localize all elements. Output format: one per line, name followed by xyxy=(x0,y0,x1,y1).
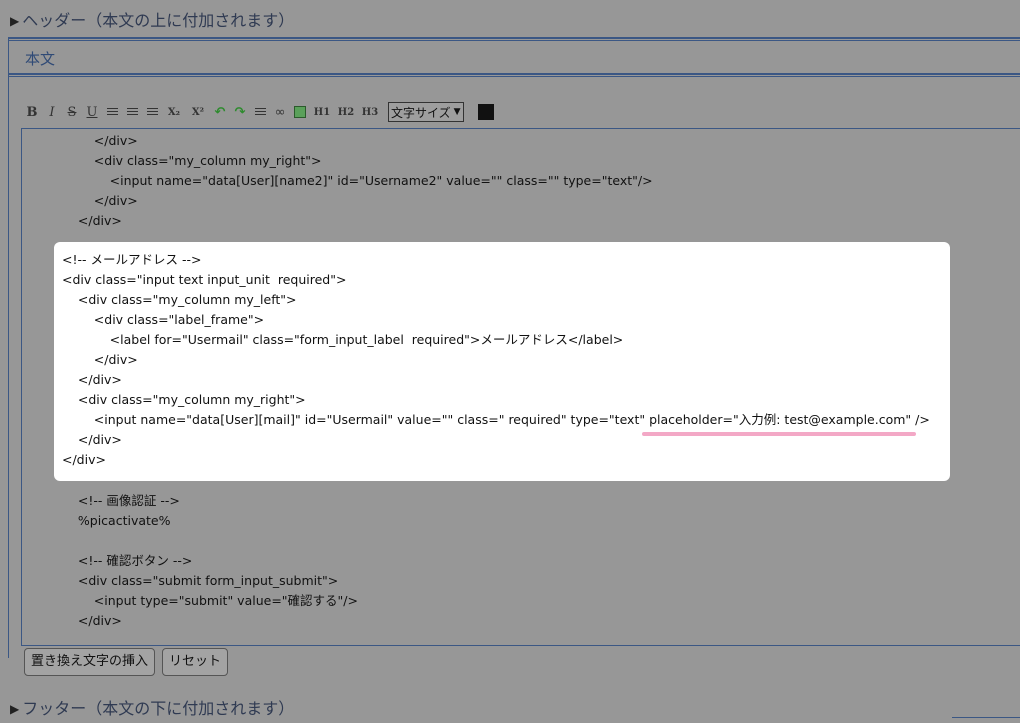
chevron-down-icon: ▼ xyxy=(453,107,461,117)
link-icon: ∞ xyxy=(274,104,286,120)
superscript-button[interactable]: X² xyxy=(186,101,210,123)
code-text-top: </div> <div class="my_column my_right"> … xyxy=(77,133,653,228)
footer-section-toggle[interactable]: ▶ フッター（本文の下に付加されます） xyxy=(10,695,294,723)
footer-edge-line xyxy=(952,717,1020,718)
footer-section-label: フッター（本文の下に付加されます） xyxy=(22,699,295,718)
editor-toolbar: B I S U X₂ X² ↶ ↷ ∞ H1 H2 H3 文字サイズ ▼ xyxy=(22,100,494,124)
h3-button[interactable]: H3 xyxy=(358,101,382,123)
h1-button[interactable]: H1 xyxy=(310,101,334,123)
redo-button[interactable]: ↷ xyxy=(230,101,250,123)
align-center-button[interactable] xyxy=(122,101,142,123)
undo-icon: ↶ xyxy=(214,104,226,120)
strikethrough-button[interactable]: S xyxy=(62,101,82,123)
underline-button[interactable]: U xyxy=(82,101,102,123)
align-right-button[interactable] xyxy=(142,101,162,123)
header-section-label: ヘッダー（本文の上に付加されます） xyxy=(22,11,295,30)
code-text-highlighted: <!-- メールアドレス --> <div class="input text … xyxy=(62,252,930,467)
insert-replacement-text-button[interactable]: 置き換え文字の挿入 xyxy=(24,648,156,676)
section-divider xyxy=(9,37,1020,41)
align-left-button[interactable] xyxy=(102,101,122,123)
horizontal-rule-icon xyxy=(254,107,266,117)
section-divider xyxy=(9,73,1020,77)
subscript-button[interactable]: X₂ xyxy=(162,101,186,123)
link-button[interactable]: ∞ xyxy=(270,101,290,123)
highlight-underline xyxy=(642,432,916,436)
code-text-bottom: <!-- 画像認証 --> %picactivate% <!-- 確認ボタン -… xyxy=(77,493,358,628)
horizontal-rule-button[interactable] xyxy=(250,101,270,123)
h2-button[interactable]: H2 xyxy=(334,101,358,123)
font-size-select-value: 文字サイズ xyxy=(391,105,451,120)
text-color-swatch[interactable] xyxy=(477,104,494,120)
body-section-label: 本文 xyxy=(25,50,56,68)
bold-button[interactable]: B xyxy=(22,101,42,123)
highlight-callout: <!-- メールアドレス --> <div class="input text … xyxy=(54,242,950,481)
font-size-select[interactable]: 文字サイズ ▼ xyxy=(388,102,464,122)
expand-triangle-icon: ▶ xyxy=(10,702,20,716)
align-right-icon xyxy=(146,107,158,117)
image-icon xyxy=(294,106,306,118)
redo-icon: ↷ xyxy=(234,104,246,120)
italic-button[interactable]: I xyxy=(42,101,62,123)
align-center-icon xyxy=(126,107,138,117)
header-section-toggle[interactable]: ▶ ヘッダー（本文の上に付加されます） xyxy=(10,7,294,35)
reset-button[interactable]: リセット xyxy=(162,648,229,676)
undo-button[interactable]: ↶ xyxy=(210,101,230,123)
expand-triangle-icon: ▶ xyxy=(10,14,20,28)
align-left-icon xyxy=(106,107,118,117)
image-button[interactable] xyxy=(290,101,310,123)
